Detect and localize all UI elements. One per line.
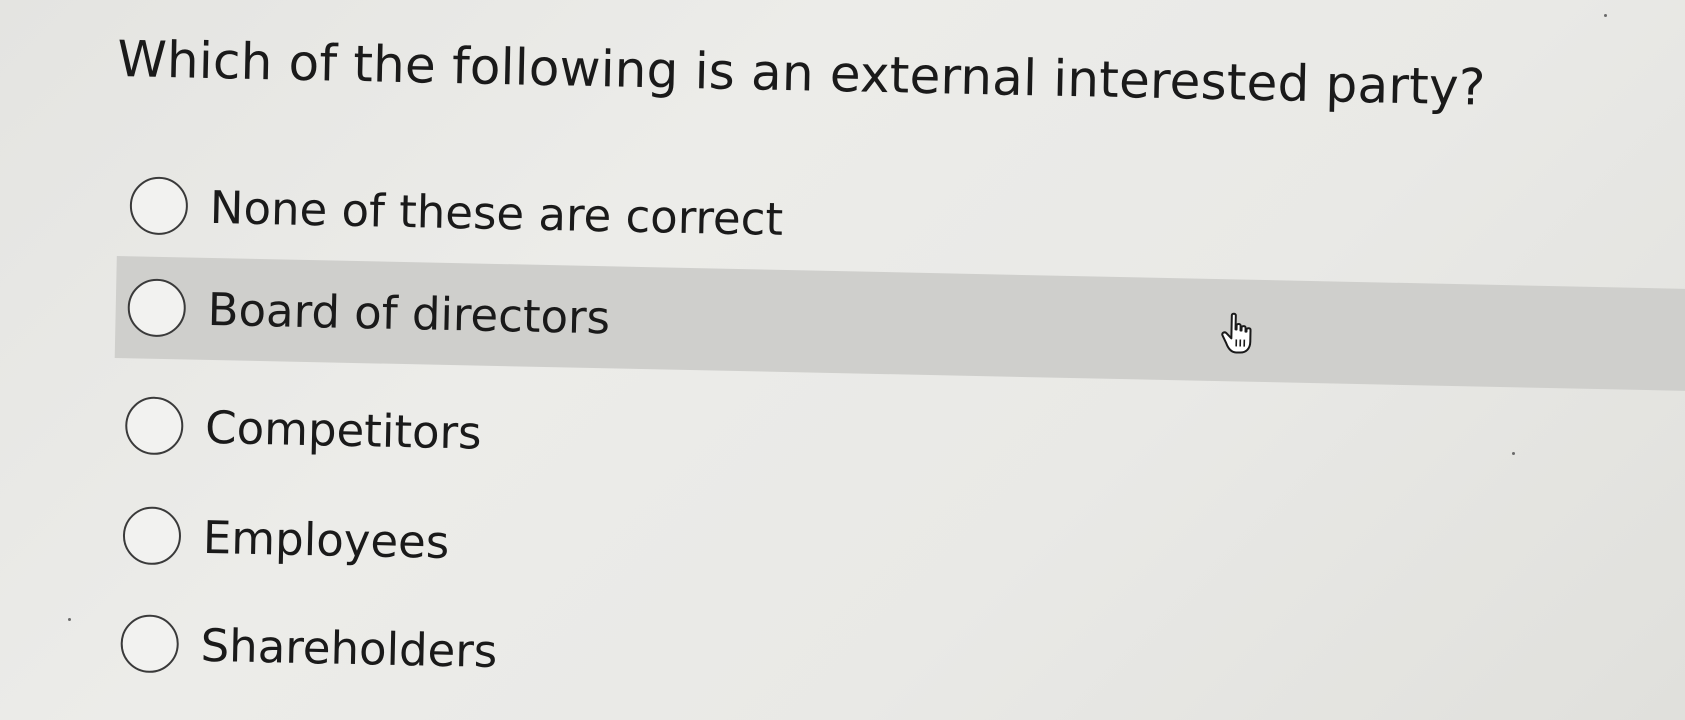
answer-options: None of these are correct Board of direc… <box>0 0 1685 720</box>
option-label: Employees <box>202 510 450 569</box>
hand-pointer-icon <box>1221 312 1252 354</box>
option-label: None of these are correct <box>209 180 784 246</box>
radio-button[interactable] <box>122 506 182 566</box>
option-label: Competitors <box>204 400 483 460</box>
radio-button[interactable] <box>120 614 180 674</box>
screen-speck <box>1512 452 1515 455</box>
screen-speck <box>68 618 71 621</box>
option-label: Board of directors <box>207 282 611 344</box>
quiz-page: Which of the following is an external in… <box>0 0 1685 720</box>
radio-button[interactable] <box>124 396 184 456</box>
screen-speck <box>1604 14 1607 17</box>
option-label: Shareholders <box>200 618 498 678</box>
radio-button[interactable] <box>127 278 187 338</box>
radio-button[interactable] <box>129 176 189 236</box>
